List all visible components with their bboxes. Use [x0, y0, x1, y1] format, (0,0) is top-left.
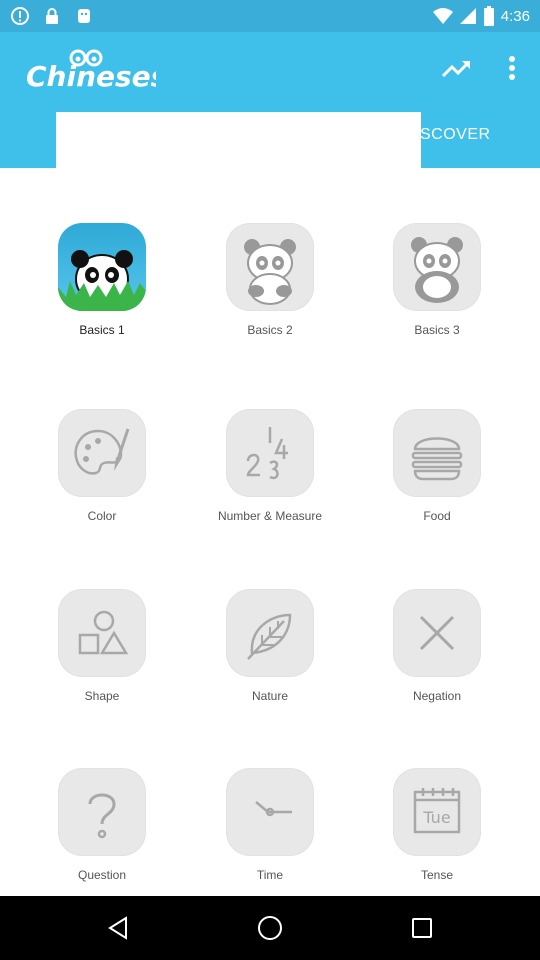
back-triangle-icon[interactable]: [106, 916, 130, 940]
tab-overlay: [56, 112, 421, 174]
lesson-tense[interactable]: Tue Tense: [353, 768, 521, 882]
wifi-icon: [432, 8, 453, 24]
more-vertical-icon[interactable]: [500, 52, 524, 86]
panda-standing-icon: [393, 223, 481, 311]
lesson-label: Nature: [251, 689, 289, 703]
lesson-label: Basics 2: [247, 323, 293, 337]
lesson-number-measure[interactable]: Number & Measure: [186, 409, 354, 523]
panda-sitting-icon: [226, 223, 314, 311]
lesson-label: Shape: [84, 689, 120, 703]
lesson-basics-3[interactable]: Basics 3: [353, 223, 521, 337]
lesson-basics-2[interactable]: Basics 2: [186, 223, 354, 337]
lesson-label: Negation: [412, 689, 462, 703]
lesson-label: Question: [77, 868, 127, 882]
burger-icon: [393, 409, 481, 497]
palette-icon: [58, 409, 146, 497]
lesson-nature[interactable]: Nature: [186, 589, 354, 703]
lesson-basics-1[interactable]: Basics 1: [18, 223, 186, 337]
panda-grass-icon: [58, 223, 146, 311]
nav-bar: [0, 896, 540, 960]
status-bar: 4:36: [0, 0, 540, 32]
lesson-label: Tense: [420, 868, 454, 882]
shapes-icon: [58, 589, 146, 677]
status-time: 4:36: [500, 7, 530, 25]
lesson-label: Time: [256, 868, 284, 882]
lesson-label: Food: [423, 509, 451, 523]
question-mark-icon: [58, 768, 146, 856]
battery-icon: [483, 6, 494, 26]
signal-icon: [459, 8, 476, 24]
lesson-negation[interactable]: Negation: [353, 589, 521, 703]
logo-wordmark: Chineseskill: [26, 49, 156, 93]
lesson-label: Basics 1: [79, 323, 125, 337]
lock-icon: [46, 8, 58, 24]
lesson-label: Number & Measure: [217, 509, 323, 523]
recents-square-icon[interactable]: [410, 916, 434, 940]
lesson-food[interactable]: Food: [353, 409, 521, 523]
tab-indicator: [0, 192, 55, 195]
x-mark-icon: [393, 589, 481, 677]
lesson-color[interactable]: Color: [18, 409, 186, 523]
lesson-label: Color: [87, 509, 117, 523]
alert-circle-icon: [11, 7, 29, 25]
lesson-time[interactable]: Time: [186, 768, 354, 882]
leaf-icon: [226, 589, 314, 677]
lesson-label: Basics 3: [414, 323, 460, 337]
app-logo: Chineseskill: [26, 44, 156, 94]
numbers-icon: [226, 409, 314, 497]
home-circle-icon[interactable]: [256, 914, 284, 942]
calendar-icon: Tue: [393, 768, 481, 856]
lesson-question[interactable]: Question: [18, 768, 186, 882]
trending-up-icon[interactable]: [440, 54, 472, 84]
lesson-shape[interactable]: Shape: [18, 589, 186, 703]
tab-discover[interactable]: SCOVER: [420, 126, 491, 144]
calendar-day-text: Tue: [422, 808, 450, 827]
android-icon: [78, 9, 90, 23]
clock-hands-icon: [226, 768, 314, 856]
